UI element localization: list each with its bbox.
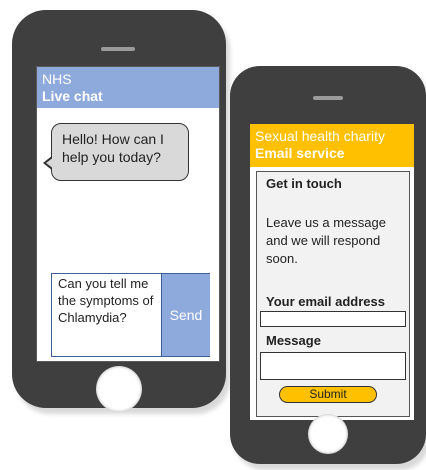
message-label: Message <box>266 333 321 348</box>
email-service-title: Email service <box>255 145 345 161</box>
bubble-tail-fill <box>46 157 54 169</box>
email-phone: Sexual health charity Email service Get … <box>230 66 426 464</box>
home-button[interactable] <box>308 414 348 454</box>
submit-button[interactable]: Submit <box>279 386 377 403</box>
email-org-name: Sexual health charity <box>255 128 385 144</box>
message-field[interactable] <box>260 352 406 380</box>
form-description: Leave us a message and we will respond s… <box>266 215 386 266</box>
speaker-slot <box>101 47 135 51</box>
email-header: Sexual health charity Email service <box>250 124 414 167</box>
form-title: Get in touch <box>266 176 342 191</box>
chat-org-name: NHS <box>42 71 72 87</box>
chat-header: NHS Live chat <box>37 67 219 108</box>
chat-compose-area: Can you tell me the symptoms of Chlamydi… <box>51 273 210 357</box>
email-field[interactable] <box>260 311 406 327</box>
chat-message-input[interactable]: Can you tell me the symptoms of Chlamydi… <box>52 274 161 356</box>
chat-screen: NHS Live chat Hello! How can I help you … <box>36 66 220 362</box>
send-button[interactable]: Send <box>161 274 210 356</box>
home-button[interactable] <box>96 366 142 412</box>
chat-phone: NHS Live chat Hello! How can I help you … <box>12 10 226 412</box>
bot-message-bubble: Hello! How can I help you today? <box>51 123 189 181</box>
email-screen: Sexual health charity Email service Get … <box>250 124 414 420</box>
email-label: Your email address <box>266 294 385 309</box>
chat-service-title: Live chat <box>42 88 103 104</box>
speaker-slot <box>313 96 343 100</box>
contact-form: Get in touch Leave us a message and we w… <box>256 171 410 417</box>
